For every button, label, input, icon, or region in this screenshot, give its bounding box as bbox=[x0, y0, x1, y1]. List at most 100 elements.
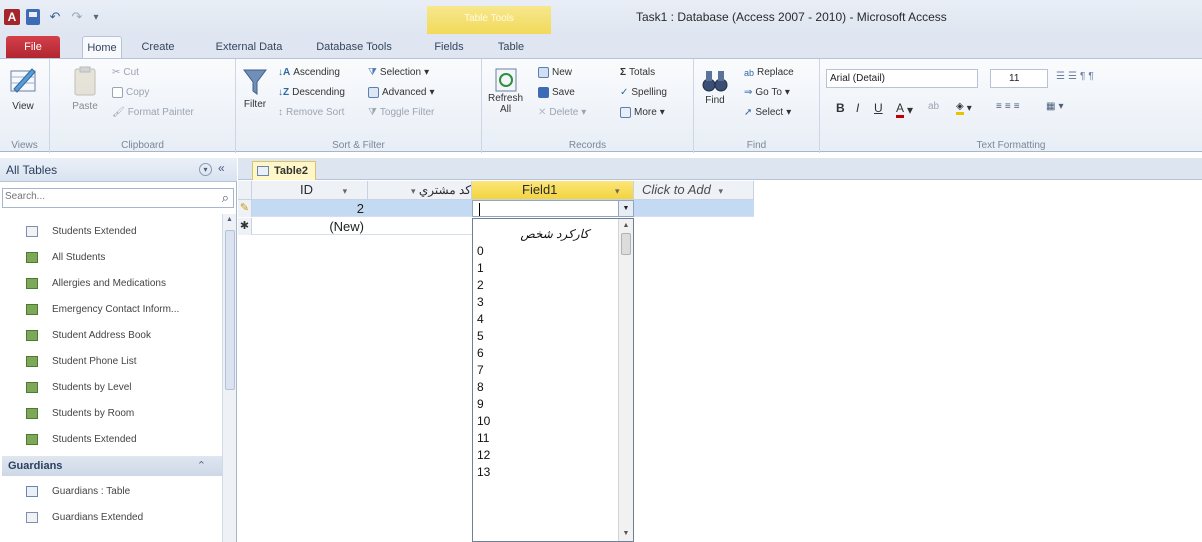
dropdown-option[interactable]: 1 bbox=[473, 260, 619, 277]
navigation-pane-header[interactable]: All Tables ▾ « bbox=[0, 158, 237, 182]
select-all-corner[interactable] bbox=[238, 181, 252, 200]
nav-item[interactable]: Emergency Contact Inform... bbox=[0, 296, 222, 322]
customize-qat-icon[interactable]: ▾ bbox=[90, 9, 102, 25]
nav-item[interactable]: Guardians : Table bbox=[0, 478, 222, 504]
nav-group-guardians[interactable]: Guardians ⌃ bbox=[2, 456, 222, 476]
search-input[interactable] bbox=[5, 191, 205, 202]
scroll-thumb[interactable] bbox=[225, 230, 235, 390]
dropdown-option[interactable]: 9 bbox=[473, 396, 619, 413]
dropdown-option[interactable]: 6 bbox=[473, 345, 619, 362]
nav-item[interactable]: Guardians Extended bbox=[0, 504, 222, 530]
advanced-button[interactable]: Advanced ▾ bbox=[368, 87, 435, 98]
font-name-combobox[interactable]: Arial (Detail) bbox=[826, 69, 978, 88]
format-painter-button[interactable]: 🖌 Format Painter bbox=[112, 107, 194, 118]
dropdown-option[interactable]: 11 bbox=[473, 430, 619, 447]
nav-item[interactable]: Students Extended bbox=[0, 218, 222, 244]
font-size-combobox[interactable]: 11 bbox=[990, 69, 1048, 88]
tab-database-tools[interactable]: Database Tools bbox=[311, 36, 397, 58]
copy-button[interactable]: Copy bbox=[112, 87, 149, 98]
dropdown-option[interactable]: 5 bbox=[473, 328, 619, 345]
nav-item[interactable]: Students by Room bbox=[0, 400, 222, 426]
toggle-filter-button[interactable]: ⧩ Toggle Filter bbox=[368, 107, 434, 118]
select-button[interactable]: ➚ Select ▾ bbox=[744, 107, 791, 118]
dropdown-option[interactable]: كاركرد شخص bbox=[473, 219, 619, 243]
cut-button[interactable]: ✂ Cut bbox=[112, 67, 139, 78]
totals-button[interactable]: Σ Totals bbox=[620, 67, 655, 78]
new-record-icon[interactable]: ✱ bbox=[238, 218, 252, 235]
scroll-up-icon[interactable]: ▲ bbox=[224, 216, 235, 228]
chevron-down-icon[interactable]: ▼ bbox=[618, 201, 633, 216]
chevron-down-icon[interactable]: ▾ bbox=[343, 186, 348, 196]
column-header-id[interactable]: ID ▾ bbox=[252, 181, 368, 200]
spelling-button[interactable]: ✓ Spelling bbox=[620, 87, 667, 98]
cell-id[interactable]: 2 bbox=[252, 200, 368, 217]
tab-fields[interactable]: Fields bbox=[429, 36, 469, 58]
nav-item[interactable]: All Students bbox=[0, 244, 222, 270]
field1-combobox[interactable]: ▼ bbox=[472, 200, 634, 217]
bold-button[interactable]: B bbox=[836, 101, 845, 115]
refresh-all-button[interactable]: Refresh All bbox=[488, 67, 523, 115]
more-button[interactable]: More ▾ bbox=[620, 107, 665, 118]
field1-dropdown-list[interactable]: كاركرد شخص 0 1 2 3 4 5 6 7 8 9 10 11 12 … bbox=[472, 218, 634, 542]
cell-new[interactable]: (New) bbox=[252, 218, 368, 235]
table-row[interactable]: ✎ 2 ▼ bbox=[238, 200, 754, 217]
tab-home[interactable]: Home bbox=[82, 36, 122, 58]
navigation-scrollbar[interactable]: ▲ bbox=[222, 214, 236, 542]
column-header-click-to-add[interactable]: Click to Add ▾ bbox=[634, 181, 754, 200]
scroll-thumb[interactable] bbox=[621, 233, 631, 255]
goto-button[interactable]: ⇒ Go To ▾ bbox=[744, 87, 790, 98]
dropdown-option[interactable]: 10 bbox=[473, 413, 619, 430]
chevron-down-icon[interactable]: ▾ bbox=[719, 186, 724, 196]
highlight-button[interactable]: ab bbox=[928, 101, 939, 112]
view-button[interactable]: View bbox=[8, 65, 38, 112]
chevron-down-icon[interactable]: ▾ bbox=[411, 186, 416, 196]
filter-button[interactable]: Filter bbox=[242, 67, 268, 110]
search-icon[interactable]: ⌕ bbox=[222, 190, 229, 206]
nav-item[interactable]: Students by Level bbox=[0, 374, 222, 400]
dropdown-option[interactable]: 2 bbox=[473, 277, 619, 294]
find-button[interactable]: Find bbox=[702, 67, 728, 106]
dropdown-scrollbar[interactable]: ▲ ▼ bbox=[618, 219, 633, 541]
chevron-down-icon[interactable]: ▾ bbox=[615, 186, 620, 196]
dropdown-option[interactable]: 8 bbox=[473, 379, 619, 396]
bullets-button[interactable]: ☰ ☰ ¶ ¶ bbox=[1056, 71, 1094, 82]
column-header-customer-code[interactable]: كد مشتري ▾ bbox=[368, 181, 472, 200]
tab-external-data[interactable]: External Data bbox=[207, 36, 291, 58]
undo-icon[interactable]: ↶ bbox=[44, 9, 66, 25]
column-header-field1[interactable]: Field1 ▾ bbox=[472, 181, 634, 200]
underline-button[interactable]: U bbox=[874, 101, 883, 115]
new-record-button[interactable]: New bbox=[538, 67, 572, 78]
chevron-down-icon[interactable]: ▾ bbox=[199, 163, 212, 176]
nav-item[interactable]: Student Phone List bbox=[0, 348, 222, 374]
nav-item[interactable]: Student Address Book bbox=[0, 322, 222, 348]
font-color-button[interactable]: A ▾ bbox=[896, 101, 913, 118]
pencil-icon[interactable]: ✎ bbox=[238, 200, 252, 217]
dropdown-option[interactable]: 4 bbox=[473, 311, 619, 328]
dropdown-option[interactable]: 0 bbox=[473, 243, 619, 260]
access-app-icon[interactable]: A bbox=[4, 9, 20, 25]
italic-button[interactable]: I bbox=[856, 101, 859, 115]
nav-item[interactable]: Students Extended bbox=[0, 426, 222, 452]
scroll-up-icon[interactable]: ▲ bbox=[619, 219, 633, 233]
replace-button[interactable]: ab Replace bbox=[744, 67, 794, 78]
gridlines-button[interactable]: ▦ ▾ bbox=[1046, 101, 1063, 112]
tab-create[interactable]: Create bbox=[134, 36, 182, 58]
dropdown-option[interactable]: 3 bbox=[473, 294, 619, 311]
remove-sort-button[interactable]: ↕ Remove Sort bbox=[278, 107, 344, 118]
redo-icon[interactable]: ↷ bbox=[66, 9, 88, 25]
nav-item[interactable]: Allergies and Medications bbox=[0, 270, 222, 296]
tab-table[interactable]: Table bbox=[491, 36, 531, 58]
sort-descending-button[interactable]: ↓Z Descending bbox=[278, 87, 345, 98]
document-tab-table2[interactable]: Table2 bbox=[252, 161, 316, 180]
delete-record-button[interactable]: ✕ Delete ▾ bbox=[538, 107, 586, 118]
save-icon[interactable] bbox=[26, 9, 40, 25]
save-record-button[interactable]: Save bbox=[538, 87, 575, 98]
background-color-button[interactable]: ◈ ▾ bbox=[956, 101, 972, 115]
selection-button[interactable]: ⧩ Selection ▾ bbox=[368, 67, 429, 78]
collapse-pane-icon[interactable]: « bbox=[218, 161, 225, 175]
dropdown-option[interactable]: 7 bbox=[473, 362, 619, 379]
paste-button[interactable]: Paste bbox=[72, 65, 98, 112]
dropdown-option[interactable]: 12 bbox=[473, 447, 619, 464]
scroll-down-icon[interactable]: ▼ bbox=[619, 527, 633, 541]
tab-file[interactable]: File bbox=[6, 36, 60, 58]
